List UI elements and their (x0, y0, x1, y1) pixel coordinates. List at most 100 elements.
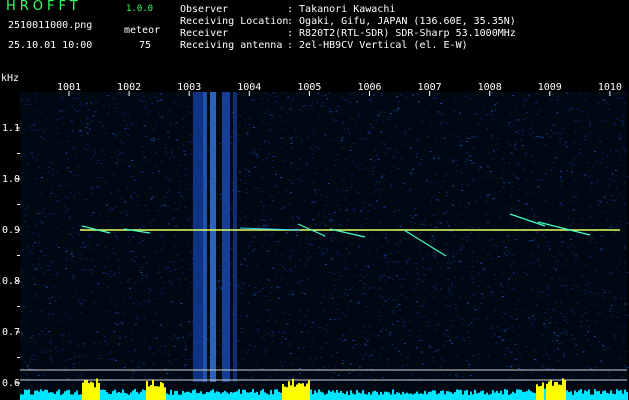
histogram-bar (324, 394, 326, 400)
noise-speck (61, 349, 64, 351)
noise-speck (262, 121, 265, 123)
noise-speck (126, 215, 129, 217)
noise-speck (152, 128, 155, 130)
noise-speck (580, 110, 583, 112)
noise-speck (105, 204, 108, 206)
noise-speck (583, 100, 586, 102)
noise-speck (250, 377, 253, 379)
noise-speck (265, 113, 268, 115)
noise-speck (339, 223, 342, 225)
noise-speck (151, 196, 154, 198)
noise-speck (483, 268, 486, 270)
noise-speck (556, 335, 559, 337)
histogram-bar (350, 390, 352, 400)
noise-speck (336, 189, 339, 191)
noise-speck (29, 250, 32, 252)
noise-speck (460, 144, 463, 146)
noise-speck (71, 130, 74, 132)
noise-speck (311, 362, 314, 364)
noise-speck (253, 166, 256, 168)
noise-speck (456, 356, 459, 358)
noise-speck (399, 354, 402, 356)
noise-speck (455, 304, 458, 306)
noise-speck (131, 122, 134, 124)
noise-speck (303, 293, 306, 295)
histogram-bar (46, 389, 48, 400)
noise-speck (387, 298, 390, 300)
noise-speck (606, 202, 609, 204)
noise-speck (146, 209, 149, 211)
noise-speck (261, 98, 264, 100)
noise-speck (82, 269, 85, 271)
noise-speck (511, 255, 514, 257)
noise-speck (382, 144, 385, 146)
noise-speck (133, 302, 136, 304)
noise-speck (623, 339, 626, 341)
noise-speck (159, 93, 162, 95)
noise-speck (115, 134, 118, 136)
noise-speck (579, 149, 581, 150)
noise-speck (82, 241, 85, 243)
noise-speck (366, 138, 369, 140)
noise-speck (580, 290, 583, 292)
noise-speck (490, 291, 493, 293)
noise-speck (96, 331, 99, 333)
noise-speck (415, 301, 418, 303)
noise-speck (172, 156, 175, 158)
noise-speck (492, 176, 495, 178)
histogram-bar (204, 393, 206, 400)
noise-speck (328, 213, 331, 215)
noise-speck (326, 98, 329, 100)
noise-speck (573, 338, 576, 340)
noise-speck (396, 305, 398, 307)
noise-speck (82, 300, 85, 302)
noise-speck (451, 325, 454, 327)
noise-speck (272, 267, 275, 269)
noise-speck (55, 201, 58, 203)
noise-speck (252, 249, 255, 251)
noise-speck (531, 208, 534, 210)
noise-speck (309, 105, 312, 106)
noise-speck (65, 259, 68, 261)
noise-speck (534, 359, 537, 360)
noise-speck (381, 296, 384, 298)
noise-speck (133, 192, 136, 194)
noise-speck (447, 225, 450, 227)
noise-speck (50, 186, 53, 188)
noise-speck (65, 196, 68, 198)
noise-speck (574, 180, 577, 182)
noise-speck (466, 240, 468, 242)
noise-speck (342, 360, 345, 362)
histogram-bar (222, 392, 224, 400)
noise-speck (431, 235, 434, 237)
noise-speck (40, 177, 43, 178)
noise-speck (450, 343, 453, 345)
noise-speck (253, 151, 256, 153)
noise-speck (253, 235, 255, 237)
noise-speck (571, 311, 573, 313)
noise-speck (430, 181, 433, 183)
noise-speck (613, 93, 616, 95)
noise-speck (140, 161, 143, 163)
noise-speck (358, 366, 361, 368)
noise-speck (477, 318, 480, 319)
noise-speck (206, 107, 209, 109)
noise-speck (393, 110, 396, 112)
noise-speck (364, 292, 367, 294)
histogram-bar (186, 391, 188, 400)
noise-speck (123, 313, 126, 315)
histogram-bar (402, 391, 404, 400)
noise-speck (137, 305, 140, 306)
noise-speck (533, 319, 536, 321)
noise-speck (501, 316, 504, 318)
noise-speck (471, 282, 474, 284)
noise-speck (413, 289, 416, 291)
noise-speck (282, 105, 285, 107)
histogram-bar (108, 393, 110, 400)
noise-speck (495, 149, 498, 150)
noise-speck (426, 322, 429, 324)
noise-speck (427, 325, 430, 327)
histogram-bar (224, 390, 226, 400)
noise-speck (323, 295, 326, 297)
noise-speck (571, 244, 574, 246)
